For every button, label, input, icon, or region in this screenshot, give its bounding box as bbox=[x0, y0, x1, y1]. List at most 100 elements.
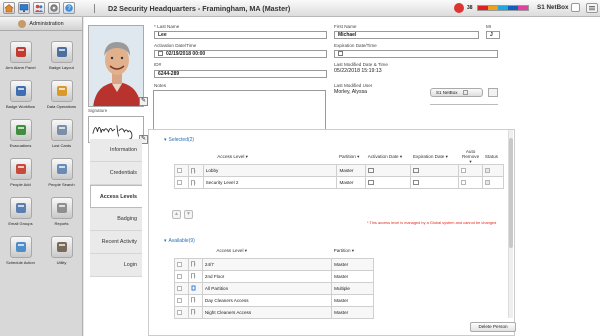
scrollbar-thumb[interactable] bbox=[509, 138, 513, 248]
table-row[interactable]: 24/7 Master bbox=[174, 257, 374, 271]
monitor-icon[interactable] bbox=[18, 2, 30, 14]
activation-column-header[interactable]: Activation Date ▾ bbox=[366, 149, 411, 165]
people-add-icon bbox=[9, 158, 32, 180]
sidebar-tile[interactable]: Badge Layout bbox=[41, 41, 82, 73]
tab-badging[interactable]: Badging bbox=[90, 208, 142, 231]
menu-icon[interactable] bbox=[586, 3, 598, 13]
row-select-cell[interactable] bbox=[174, 257, 189, 271]
row-select-cell[interactable] bbox=[174, 281, 189, 295]
tab-information[interactable]: Information bbox=[90, 139, 142, 162]
edit-photo-button[interactable]: ✎ bbox=[139, 97, 148, 106]
row-select-cell[interactable] bbox=[173, 176, 190, 189]
sidebar-tile[interactable]: Utility bbox=[41, 236, 82, 268]
home-icon[interactable] bbox=[3, 2, 15, 14]
middle-initial-field[interactable]: J bbox=[486, 31, 500, 39]
first-name-field[interactable]: Michael bbox=[334, 31, 479, 39]
status-checkbox bbox=[485, 180, 491, 185]
expiration-column-header[interactable]: Expiration Date ▾ bbox=[411, 149, 458, 165]
row-checkbox[interactable] bbox=[177, 297, 182, 303]
calendar-icon[interactable] bbox=[158, 51, 163, 56]
tab-login[interactable]: Login bbox=[90, 254, 142, 277]
calendar-icon[interactable] bbox=[368, 168, 375, 173]
row-checkbox[interactable] bbox=[177, 180, 182, 185]
table-row[interactable]: Night Cleaners Access Master bbox=[174, 305, 374, 319]
alarm-icon[interactable] bbox=[454, 3, 464, 13]
icon-column-header bbox=[189, 149, 203, 165]
id-field[interactable]: 6244-289 bbox=[154, 70, 327, 78]
sidebar-tile[interactable]: Reports bbox=[41, 197, 82, 229]
auto-remove-checkbox[interactable] bbox=[460, 168, 466, 173]
sidebar-tile[interactable]: Data Operations bbox=[41, 80, 82, 112]
row-checkbox[interactable] bbox=[177, 285, 182, 291]
sidebar-tile[interactable]: Evacuations bbox=[0, 119, 41, 151]
activation-cell[interactable] bbox=[365, 176, 412, 189]
activation-date-field[interactable]: 02/19/2018 00:00 bbox=[154, 50, 327, 58]
tab-credentials[interactable]: Credentials bbox=[90, 162, 142, 185]
row-checkbox[interactable] bbox=[177, 273, 182, 279]
expiration-date-field[interactable] bbox=[334, 50, 498, 58]
access-level-column-header[interactable]: Access Level ▾ bbox=[202, 245, 331, 258]
icon-column-header bbox=[188, 245, 202, 258]
available-section-toggle[interactable]: ▾ Available(9) bbox=[164, 238, 195, 244]
sidebar-tile[interactable]: Lost Cards bbox=[41, 119, 82, 151]
row-checkbox[interactable] bbox=[177, 261, 182, 267]
expiration-cell[interactable] bbox=[410, 176, 459, 189]
partition-cell: Master bbox=[336, 176, 367, 189]
auto-remove-cell[interactable] bbox=[457, 176, 484, 189]
netbox-label[interactable]: S1 NetBox bbox=[537, 4, 569, 11]
last-name-field[interactable]: Lee bbox=[154, 31, 327, 39]
sidebar-tile[interactable]: Arm Alarm Panel bbox=[0, 41, 41, 73]
expiration-date-label: Expiration Date/Time bbox=[334, 43, 377, 48]
table-row[interactable]: All Partition Multiple bbox=[174, 281, 374, 295]
auto-remove-checkbox[interactable] bbox=[460, 180, 466, 185]
sidebar-tiles: Arm Alarm Panel Badge Layout Badge Workflo… bbox=[0, 31, 82, 268]
close-icon[interactable] bbox=[571, 3, 580, 12]
sidebar-tile[interactable]: Badge Workflow bbox=[0, 80, 41, 112]
close-icon[interactable] bbox=[462, 90, 468, 95]
person-detail-panel: ✎ Signature ✎ * Last Name Lee First Name… bbox=[84, 17, 600, 336]
move-up-button[interactable]: ▲ bbox=[172, 210, 181, 219]
table-row[interactable]: Security Level 2 Master bbox=[173, 176, 504, 189]
gear-icon[interactable] bbox=[48, 2, 60, 14]
sidebar-tile[interactable]: People Search bbox=[41, 158, 82, 190]
netbox-partition-tab[interactable]: S1 NetBox bbox=[430, 88, 483, 97]
calendar-icon[interactable] bbox=[413, 168, 420, 173]
delete-person-button[interactable]: Delete Person bbox=[470, 322, 516, 332]
partition-column-header[interactable]: Partition ▾ bbox=[332, 245, 374, 258]
tab-recent-activity[interactable]: Recent Activity bbox=[90, 231, 142, 254]
activation-cell[interactable] bbox=[365, 164, 412, 177]
sidebar-tile-label: Lost Cards bbox=[51, 143, 72, 148]
auto-remove-column-header[interactable]: Auto Remove ▾ bbox=[458, 149, 483, 165]
sidebar-tile[interactable]: Schedule Action bbox=[0, 236, 41, 268]
list-icon[interactable] bbox=[488, 88, 498, 97]
help-icon[interactable]: ? bbox=[63, 2, 75, 14]
row-select-cell[interactable] bbox=[173, 164, 190, 177]
auto-remove-cell[interactable] bbox=[457, 164, 484, 177]
table-row[interactable]: Day Cleaners Access Master bbox=[174, 293, 374, 307]
table-row[interactable]: Lobby Master bbox=[173, 164, 504, 177]
row-checkbox[interactable] bbox=[177, 168, 182, 173]
netbox-tab-label: S1 NetBox bbox=[436, 90, 458, 95]
access-level-column-header[interactable]: Access Level ▾ bbox=[203, 149, 337, 165]
content-scrollbar[interactable] bbox=[508, 130, 513, 318]
status-column-header: Status bbox=[484, 154, 498, 159]
people-icon[interactable] bbox=[33, 2, 45, 14]
row-select-cell[interactable] bbox=[174, 305, 189, 319]
partition-column-header[interactable]: Partition ▾ bbox=[337, 149, 366, 165]
calendar-icon[interactable] bbox=[338, 51, 343, 56]
tab-access-levels[interactable]: Access Levels bbox=[90, 185, 142, 208]
sidebar-header[interactable]: Administration bbox=[0, 17, 82, 31]
row-select-cell[interactable] bbox=[174, 269, 189, 283]
sidebar-tile[interactable]: Email Groups bbox=[0, 197, 41, 229]
selected-section-toggle[interactable]: ▾ Selected(2) bbox=[164, 137, 194, 143]
alarm-count: 38 bbox=[467, 5, 473, 11]
sidebar-tile[interactable]: People Add bbox=[0, 158, 41, 190]
expiration-cell[interactable] bbox=[410, 164, 459, 177]
row-icon-cell bbox=[187, 305, 203, 319]
calendar-icon[interactable] bbox=[368, 180, 375, 185]
row-select-cell[interactable] bbox=[174, 293, 189, 307]
move-down-button[interactable]: ▼ bbox=[184, 210, 193, 219]
table-row[interactable]: 2nd Floor Master bbox=[174, 269, 374, 283]
calendar-icon[interactable] bbox=[413, 180, 420, 185]
row-checkbox[interactable] bbox=[177, 309, 182, 315]
